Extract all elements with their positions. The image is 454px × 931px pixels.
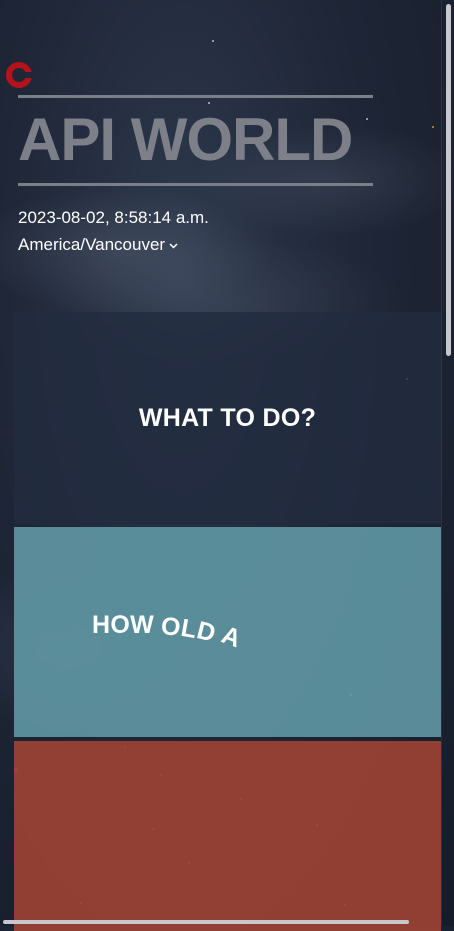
how-old-card[interactable]: HOW OLD A bbox=[14, 527, 441, 737]
card-label: HOW OLD A bbox=[92, 611, 245, 654]
vertical-scroll-thumb[interactable] bbox=[446, 4, 451, 356]
star-decoration bbox=[212, 40, 214, 42]
chevron-down-icon bbox=[169, 240, 178, 252]
red-ring-logo-icon[interactable] bbox=[5, 61, 33, 89]
card-label: WHAT TO DO? bbox=[138, 403, 317, 432]
star-decoration bbox=[208, 102, 210, 104]
red-card[interactable] bbox=[14, 741, 441, 931]
title-bottom-rule bbox=[18, 183, 373, 186]
page-title: API WORLD bbox=[18, 106, 353, 173]
card-label-curved: HOW OLD A bbox=[92, 611, 245, 654]
star-decoration bbox=[366, 118, 368, 120]
star-decoration bbox=[432, 126, 434, 128]
current-datetime: 2023-08-02, 8:58:14 a.m. bbox=[18, 208, 209, 227]
what-to-do-card[interactable]: WHAT TO DO? bbox=[14, 312, 441, 524]
vertical-scrollbar[interactable] bbox=[440, 0, 453, 926]
horizontal-scroll-thumb[interactable] bbox=[3, 920, 409, 924]
timezone-selector[interactable]: America/Vancouver bbox=[18, 235, 178, 255]
title-top-rule bbox=[18, 95, 373, 98]
timezone-label: America/Vancouver bbox=[18, 235, 166, 254]
